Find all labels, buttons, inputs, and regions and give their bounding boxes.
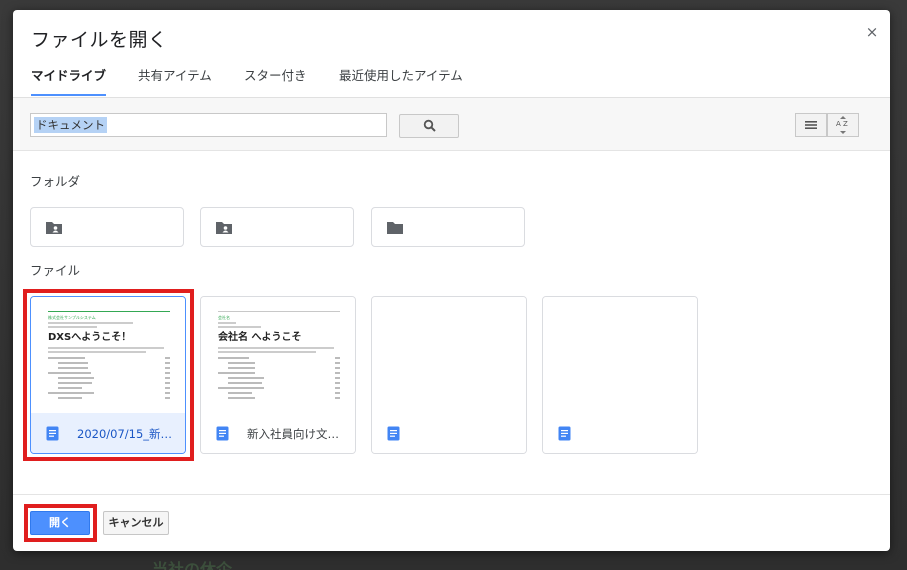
file-thumbnail: 株式会社サンプルシステム DXSへようこそ！	[31, 297, 185, 413]
folder-item[interactable]	[371, 207, 525, 247]
search-input[interactable]: ドキュメント	[30, 113, 387, 137]
open-button[interactable]: 開く	[30, 511, 90, 535]
folder-icon	[387, 222, 403, 234]
file-name: 新入社員向け文書…	[247, 427, 349, 441]
list-view-button[interactable]	[795, 113, 827, 137]
tab-shared-items[interactable]: 共有アイテム	[138, 66, 212, 98]
file-card[interactable]	[371, 296, 527, 454]
preview-heading: DXSへようこそ！	[48, 332, 132, 343]
docs-icon	[46, 426, 59, 441]
folders-section-label: フォルダ	[30, 174, 81, 189]
docs-icon	[387, 426, 400, 441]
search-input-value: ドキュメント	[34, 117, 107, 133]
dialog-title: ファイルを開く	[31, 29, 168, 51]
file-name: 2020/07/15_新入…	[77, 427, 179, 441]
file-thumbnail	[372, 297, 526, 413]
folder-item[interactable]	[30, 207, 184, 247]
cancel-button[interactable]: キャンセル	[103, 511, 169, 535]
shared-folder-icon	[46, 222, 62, 234]
close-icon[interactable]: ×	[864, 24, 880, 40]
footer-divider	[13, 494, 890, 495]
files-section-label: ファイル	[30, 263, 81, 278]
tab-starred[interactable]: スター付き	[244, 66, 307, 98]
search-icon	[423, 119, 436, 132]
preview-heading: 会社名 へようこそ	[218, 332, 302, 343]
list-view-icon	[805, 121, 817, 129]
tab-bar: マイドライブ 共有アイテム スター付き 最近使用したアイテム	[13, 66, 890, 98]
file-card[interactable]: 株式会社サンプルシステム DXSへようこそ！ 2020/07/15_新入…	[30, 296, 186, 454]
background-document-text: 当社の休企	[152, 560, 233, 570]
file-thumbnail: 会社名 会社名 へようこそ	[201, 297, 355, 413]
search-button[interactable]	[399, 114, 459, 138]
docs-icon	[558, 426, 571, 441]
file-card[interactable]: 会社名 会社名 へようこそ 新入社員向け文書…	[200, 296, 356, 454]
folder-item[interactable]	[200, 207, 354, 247]
file-thumbnail	[543, 297, 697, 413]
tab-recent[interactable]: 最近使用したアイテム	[339, 66, 463, 98]
preview-brand: 会社名	[218, 315, 230, 320]
file-card[interactable]	[542, 296, 698, 454]
sort-az-label: A Z	[836, 120, 848, 128]
preview-brand: 株式会社サンプルシステム	[48, 315, 96, 320]
tab-my-drive[interactable]: マイドライブ	[31, 66, 107, 98]
sort-button[interactable]: A Z	[827, 113, 859, 137]
shared-folder-icon	[216, 222, 232, 234]
search-toolbar: ドキュメント A Z	[13, 98, 890, 151]
file-open-dialog: ファイルを開く × マイドライブ 共有アイテム スター付き 最近使用したアイテム…	[13, 10, 890, 551]
docs-icon	[216, 426, 229, 441]
